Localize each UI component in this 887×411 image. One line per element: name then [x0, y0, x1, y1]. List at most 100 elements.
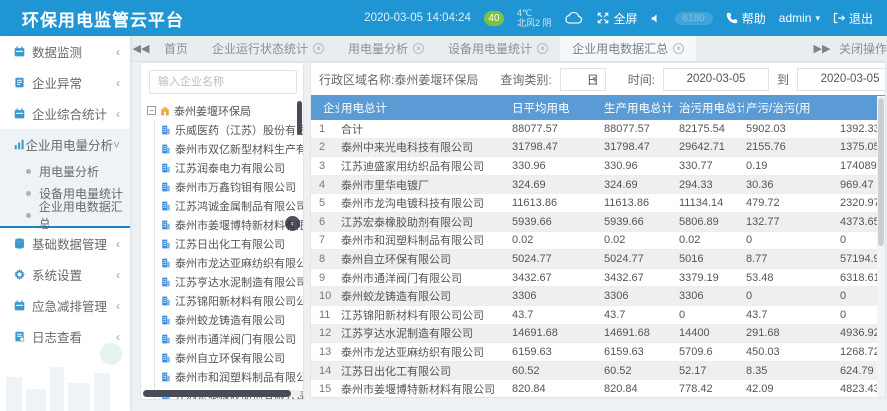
tree-node-江苏润泰电力有限公司[interactable]: 江苏润泰电力有限公司 — [161, 158, 303, 177]
cell-value: 3379.19 — [677, 272, 744, 284]
tree-hscroll-thumb[interactable] — [143, 390, 291, 397]
table-row: 3江苏迪盛家用纺织品有限公司330.96330.96330.770.191740… — [311, 157, 885, 176]
tree-node-label: 江苏润泰电力有限公司 — [175, 160, 285, 176]
tab-label: 用电量分析 — [348, 40, 408, 57]
main-panel: 行政区域名称:泰州姜堰环保局 查询类别: 日 ▼ 时间: 到 导出 企业名用电总… — [310, 62, 886, 398]
fullscreen-icon — [597, 12, 609, 24]
tab-首页[interactable]: 首页 — [152, 36, 200, 61]
building-icon — [161, 239, 171, 249]
scroll-tabs-left-icon[interactable]: ◀◀ — [130, 36, 152, 61]
cell-value: 5024.77 — [602, 253, 677, 265]
speaker-mute-icon[interactable] — [651, 13, 662, 24]
tree-node-泰州市和润塑料制品有限公司[interactable]: 泰州市和润塑料制品有限公司 — [161, 367, 303, 386]
chevron-down-icon: ˅ — [113, 138, 120, 152]
tree-vertical-scrollbar[interactable] — [297, 101, 302, 135]
report-icon — [14, 77, 32, 88]
sidebar-item-企业用电量分析[interactable]: 企业用电量分析˅ — [0, 129, 130, 160]
table-vscroll-thumb[interactable] — [878, 98, 884, 246]
cell-value: 820.84 — [510, 383, 602, 395]
tree-node-label: 泰州市双亿新型材料生产有限公司 — [175, 141, 304, 157]
sidebar-item-label: 系统设置 — [32, 265, 116, 284]
cell-value: 8.35 — [744, 365, 838, 377]
sidebar-group: 企业综合统计‹ — [0, 98, 130, 129]
close-tab-icon[interactable]: × — [673, 43, 684, 54]
tree-node-泰州市姜堰博特新材料有限公司[interactable]: 泰州市姜堰博特新材料有限公司 — [161, 215, 303, 234]
row-number: 14 — [311, 365, 339, 377]
tree-node-江苏亨达水泥制造有限公司[interactable]: 江苏亨达水泥制造有限公司 — [161, 272, 303, 291]
bureau-icon — [160, 106, 170, 116]
tree-node-江苏鸿诚金属制品有限公司[interactable]: 江苏鸿诚金属制品有限公司 — [161, 196, 303, 215]
tab-label: 首页 — [164, 40, 188, 57]
scroll-tabs-right-icon[interactable]: ▶▶ — [811, 42, 833, 55]
sidebar-item-基础数据管理[interactable]: 基础数据管理‹ — [0, 228, 130, 259]
tree-node-乐威医药（江苏）股份有限公司[interactable]: 乐威医药（江苏）股份有限公司 — [161, 120, 303, 139]
cell-value: 5939.66 — [602, 216, 677, 228]
logout-button[interactable]: 退出 — [833, 10, 873, 27]
sidebar-item-label: 基础数据管理 — [32, 234, 116, 253]
datetime: 2020-03-05 14:04:24 — [364, 12, 471, 24]
sidebar-item-系统设置[interactable]: 系统设置‹ — [0, 259, 130, 290]
sidebar-subitem-用电量分析[interactable]: 用电量分析 — [0, 160, 130, 182]
table-row: 13泰州市龙达亚麻纺织有限公司6159.636159.635709.6450.0… — [311, 343, 885, 362]
column-header-生产用电总计: 生产用电总计 — [602, 100, 677, 116]
tree-root-泰州姜堰环保局[interactable]: − 泰州姜堰环保局 — [147, 101, 303, 120]
close-operations-button[interactable]: 关闭操作 — [839, 40, 887, 57]
tree-node-label: 江苏锦阳新材料有限公司公司 — [175, 293, 304, 309]
tree-node-泰州蛟龙铸造有限公司[interactable]: 泰州蛟龙铸造有限公司 — [161, 310, 303, 329]
tree-horizontal-scrollbar — [143, 390, 301, 397]
cell-company-name: 江苏锦阳新材料有限公司公司 — [339, 307, 510, 323]
chevron-left-icon: ‹ — [116, 330, 120, 344]
row-number: 4 — [311, 179, 339, 191]
tab-企业用电数据汇总[interactable]: 企业用电数据汇总× — [560, 36, 696, 61]
building-icon — [161, 220, 171, 230]
cell-value: 5709.6 — [677, 346, 744, 358]
sidebar-item-应急减排管理[interactable]: 应急减排管理‹ — [0, 290, 130, 321]
close-tab-icon[interactable]: × — [537, 43, 548, 54]
tree-node-泰州市双亿新型材料生产有限公司[interactable]: 泰州市双亿新型材料生产有限公司 — [161, 139, 303, 158]
company-search-input[interactable] — [149, 70, 297, 94]
tree-node-label: 泰州市和润塑料制品有限公司 — [175, 369, 304, 385]
sidebar-item-label: 企业异常 — [32, 73, 116, 92]
tree-node-label: 泰州市万鑫钧钼有限公司 — [175, 179, 296, 195]
database-icon — [14, 238, 32, 249]
cell-company-name: 泰州中来光电科技有限公司 — [339, 139, 510, 155]
tree-node-江苏日出化工有限公司[interactable]: 江苏日出化工有限公司 — [161, 234, 303, 253]
date-from-input[interactable] — [663, 68, 769, 91]
calendar-icon — [14, 46, 32, 57]
chevron-left-icon: ‹ — [116, 299, 120, 313]
sidebar-item-日志查看[interactable]: 日志查看‹ — [0, 321, 130, 352]
tab-企业运行状态统计[interactable]: 企业运行状态统计 × — [200, 36, 336, 61]
tab-label: 设备用电量统计 — [448, 40, 532, 57]
sidebar-subitem-企业用电数据汇总[interactable]: 企业用电数据汇总 — [0, 204, 130, 226]
query-type-select[interactable]: 日 ▼ — [560, 68, 606, 91]
cell-value: 11613.86 — [602, 197, 677, 209]
cell-value: 3306 — [510, 290, 602, 302]
date-to-input[interactable] — [797, 68, 886, 91]
user-menu[interactable]: admin▾ — [779, 11, 820, 25]
gear-icon — [14, 269, 32, 280]
sidebar-item-数据监测[interactable]: 数据监测‹ — [0, 36, 130, 67]
building-icon — [161, 163, 171, 173]
tree-node-泰州市万鑫钧钼有限公司[interactable]: 泰州市万鑫钧钼有限公司 — [161, 177, 303, 196]
tree-node-泰州自立环保有限公司[interactable]: 泰州自立环保有限公司 — [161, 348, 303, 367]
row-number: 8 — [311, 253, 339, 265]
collapse-tree-button[interactable]: ‹ — [285, 216, 300, 231]
tab-label: 企业运行状态统计 — [212, 40, 308, 57]
tree-node-江苏锦阳新材料有限公司公司[interactable]: 江苏锦阳新材料有限公司公司 — [161, 291, 303, 310]
tree-root-label: 泰州姜堰环保局 — [174, 103, 251, 119]
help-button[interactable]: 帮助 — [726, 10, 766, 27]
tab-设备用电量统计[interactable]: 设备用电量统计 × — [436, 36, 560, 61]
sidebar-item-企业综合统计[interactable]: 企业综合统计‹ — [0, 98, 130, 129]
tab-用电量分析[interactable]: 用电量分析 × — [336, 36, 436, 61]
close-tab-icon[interactable]: × — [313, 43, 324, 54]
chevron-down-icon: ▾ — [815, 13, 820, 24]
fullscreen-button[interactable]: 全屏 — [597, 10, 637, 27]
sidebar-item-企业异常[interactable]: 企业异常‹ — [0, 67, 130, 98]
tree-node-泰州市龙达亚麻纺织有限公司[interactable]: 泰州市龙达亚麻纺织有限公司 — [161, 253, 303, 272]
tree-expander-icon[interactable]: − — [147, 106, 156, 115]
cell-company-name: 江苏亨达水泥制造有限公司 — [339, 325, 510, 341]
table-row: 2泰州中来光电科技有限公司31798.4731798.4729642.71215… — [311, 139, 885, 158]
tree-node-泰州市通洋阀门有限公司[interactable]: 泰州市通洋阀门有限公司 — [161, 329, 303, 348]
close-tab-icon[interactable]: × — [413, 43, 424, 54]
logout-icon — [833, 12, 845, 24]
